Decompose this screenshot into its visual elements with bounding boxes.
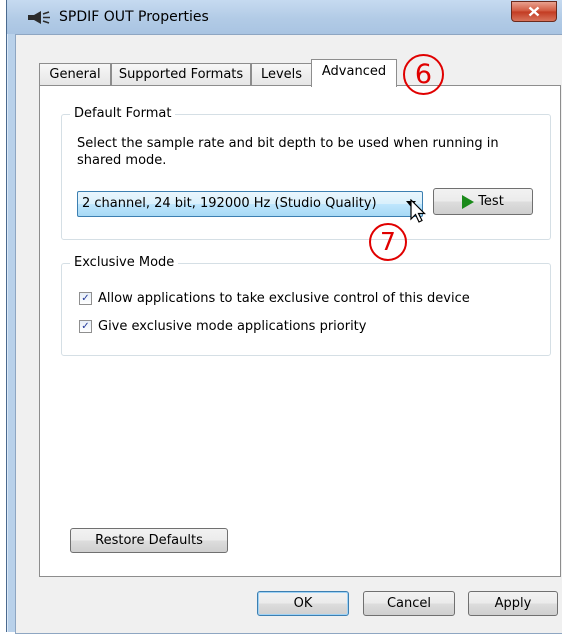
- default-format-description: Select the sample rate and bit depth to …: [77, 136, 499, 168]
- tab-advanced[interactable]: Advanced: [311, 59, 397, 87]
- tab-levels[interactable]: Levels: [251, 63, 312, 86]
- window-title: SPDIF OUT Properties: [59, 9, 209, 25]
- dialog-client-area: General Supported Formats Levels Advance…: [15, 34, 562, 634]
- test-button[interactable]: Test: [433, 188, 533, 215]
- apply-button[interactable]: Apply: [468, 591, 558, 616]
- test-button-label: Test: [478, 194, 504, 209]
- ok-button[interactable]: OK: [257, 591, 349, 616]
- exclusive-mode-group: Exclusive Mode ✓ Allow applications to t…: [61, 255, 551, 356]
- cancel-button[interactable]: Cancel: [363, 591, 455, 616]
- default-format-title: Default Format: [70, 106, 176, 121]
- speaker-icon: [28, 11, 50, 24]
- close-icon: [528, 6, 540, 17]
- restore-defaults-button[interactable]: Restore Defaults: [70, 528, 228, 553]
- exclusive-mode-title: Exclusive Mode: [70, 255, 179, 270]
- allow-exclusive-control-option[interactable]: ✓ Allow applications to take exclusive c…: [79, 291, 470, 306]
- exclusive-priority-option[interactable]: ✓ Give exclusive mode applications prior…: [79, 319, 366, 334]
- annotation-step-6: 6: [403, 54, 444, 95]
- default-format-group: Default Format Select the sample rate an…: [61, 106, 551, 261]
- play-icon: [462, 194, 475, 209]
- advanced-tab-panel: Default Format Select the sample rate an…: [39, 85, 561, 577]
- tab-general[interactable]: General: [39, 63, 111, 86]
- default-format-selected-value: 2 channel, 24 bit, 192000 Hz (Studio Qua…: [82, 196, 377, 211]
- title-bar[interactable]: SPDIF OUT Properties: [7, 0, 562, 34]
- tab-supported-formats[interactable]: Supported Formats: [111, 63, 251, 86]
- default-format-dropdown[interactable]: 2 channel, 24 bit, 192000 Hz (Studio Qua…: [77, 191, 423, 217]
- exclusive-priority-checkbox[interactable]: ✓: [79, 320, 92, 333]
- allow-exclusive-control-checkbox[interactable]: ✓: [79, 292, 92, 305]
- close-button[interactable]: [511, 1, 557, 22]
- allow-exclusive-control-label: Allow applications to take exclusive con…: [98, 291, 470, 306]
- properties-window: SPDIF OUT Properties General Supported F…: [6, 0, 562, 634]
- exclusive-priority-label: Give exclusive mode applications priorit…: [98, 319, 367, 334]
- mouse-pointer-icon: [410, 199, 426, 223]
- annotation-step-7: 7: [369, 223, 407, 261]
